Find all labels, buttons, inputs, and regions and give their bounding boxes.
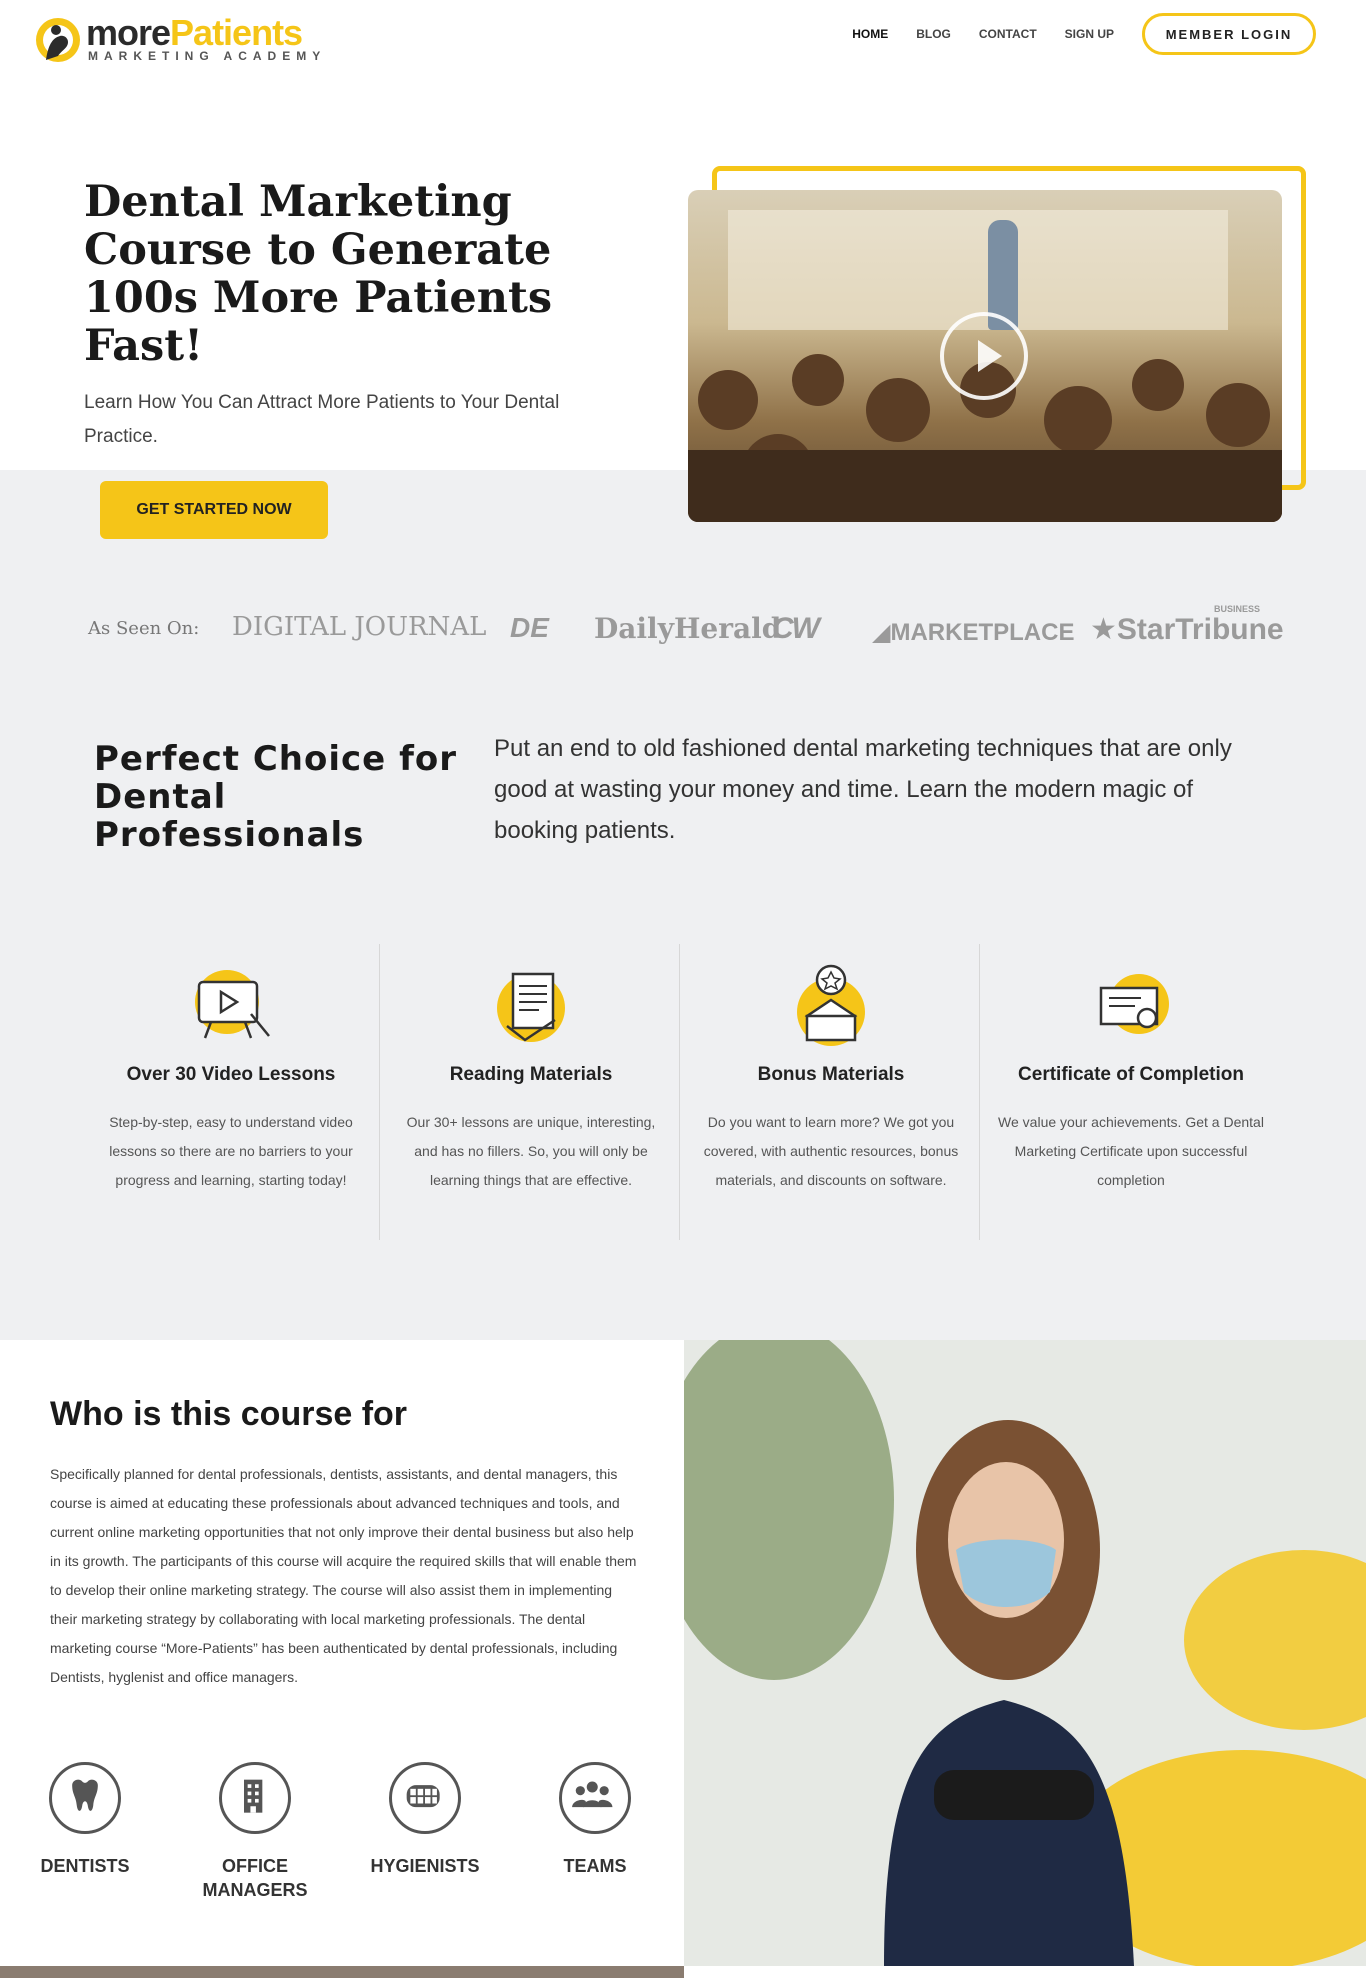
nav-home[interactable]: HOME: [852, 27, 888, 41]
member-login-button[interactable]: MEMBER LOGIN: [1142, 13, 1316, 55]
logo-patients-text: Patients: [170, 12, 303, 53]
building-icon: [219, 1762, 291, 1834]
perfect-choice-text: Put an end to old fashioned dental marke…: [494, 735, 1232, 844]
press-logos: DIGITAL JOURNAL DE DailyHerald CW ◢MARKE…: [232, 604, 1284, 654]
logo-tagline: MARKETING ACADEMY: [88, 49, 327, 63]
hero-title: Dental Marketing Course to Generate 100s…: [84, 177, 553, 371]
logo-wordmark: morePatients: [86, 12, 303, 54]
digital-journal-logo: DIGITAL JOURNAL: [232, 612, 487, 642]
get-started-button[interactable]: GET STARTED NOW: [100, 481, 328, 539]
feature-text: We value your achievements. Get a Dental…: [998, 1114, 1264, 1188]
de-logo: DE: [510, 612, 549, 643]
feature-divider: [979, 944, 980, 1240]
hero-video[interactable]: [688, 190, 1282, 522]
perfect-choice-title: Perfect Choice for Dental Professionals: [94, 739, 457, 855]
feature-video-lessons: Over 30 Video Lessons Step-by-step, easy…: [82, 940, 380, 1240]
video-lesson-icon: [195, 970, 270, 1039]
play-icon[interactable]: [940, 312, 1028, 400]
site-header: morePatients MARKETING ACADEMY HOME BLOG…: [0, 0, 1366, 80]
tooth-icon: [49, 1762, 121, 1834]
feature-text: Our 30+ lessons are unique, interesting,…: [406, 1114, 656, 1188]
nav-sign-up[interactable]: SIGN UP: [1065, 27, 1114, 41]
as-seen-on-label: As Seen On:: [88, 618, 200, 639]
startribune-badge: BUSINESS: [1214, 604, 1261, 614]
teeth-icon: [389, 1762, 461, 1834]
who-title: Who is this course for: [50, 1395, 408, 1433]
feature-title: Reading Materials: [449, 1064, 613, 1085]
document-icon: [497, 972, 565, 1042]
feature-certificate: Certificate of Completion We value your …: [982, 940, 1280, 1240]
feature-title: Over 30 Video Lessons: [126, 1064, 336, 1085]
feature-text: Do you want to learn more? We got you co…: [703, 1114, 959, 1188]
nav-blog[interactable]: BLOG: [916, 27, 951, 41]
role-label: HYGIENISTS: [370, 1856, 480, 1876]
feature-reading-materials: Reading Materials Our 30+ lessons are un…: [382, 940, 680, 1240]
certificate-icon: [1099, 974, 1169, 1034]
feature-title: Bonus Materials: [757, 1064, 905, 1085]
logo-more-text: more: [86, 12, 171, 53]
role-label: DENTISTS: [40, 1856, 130, 1876]
dental-professional-photo: [684, 1340, 1366, 1966]
cw-logo: CW: [772, 612, 820, 645]
feature-divider: [679, 944, 680, 1240]
role-label: TEAMS: [563, 1856, 627, 1876]
next-section-peek: [0, 1966, 684, 1978]
feature-bonus-materials: Bonus Materials Do you want to learn mor…: [682, 940, 980, 1240]
logo-mark-icon: [36, 18, 80, 62]
feature-title: Certificate of Completion: [1018, 1064, 1244, 1085]
features-row: Over 30 Video Lessons Step-by-step, easy…: [82, 940, 1264, 1240]
nav-contact[interactable]: CONTACT: [979, 27, 1037, 41]
photo-illustration: [684, 1340, 1366, 1966]
startribune-logo-text: StarTribune: [1116, 613, 1284, 646]
marketplace-logo-text: MARKETPLACE: [890, 619, 1075, 646]
audience-roles: DENTISTS OFFICE MANAGERS HYGIENISTS TEAM…: [30, 1762, 670, 1912]
hero-subtitle: Learn How You Can Attract More Patients …: [84, 392, 560, 447]
daily-herald-logo: DailyHerald: [594, 612, 782, 645]
who-text: Specifically planned for dental professi…: [50, 1466, 637, 1685]
brand-logo[interactable]: morePatients MARKETING ACADEMY: [34, 12, 327, 64]
marketplace-logo: ◢MARKETPLACE: [872, 619, 1075, 646]
role-label: OFFICE MANAGERS: [202, 1856, 308, 1900]
startribune-logo: BUSINESS ★StarTribune: [1090, 604, 1284, 646]
feature-text: Step-by-step, easy to understand video l…: [109, 1114, 353, 1188]
main-nav: HOME BLOG CONTACT SIGN UP MEMBER LOGIN: [852, 12, 1366, 56]
feature-divider: [379, 944, 380, 1240]
team-icon: [559, 1762, 631, 1834]
award-box-icon: [797, 964, 865, 1046]
